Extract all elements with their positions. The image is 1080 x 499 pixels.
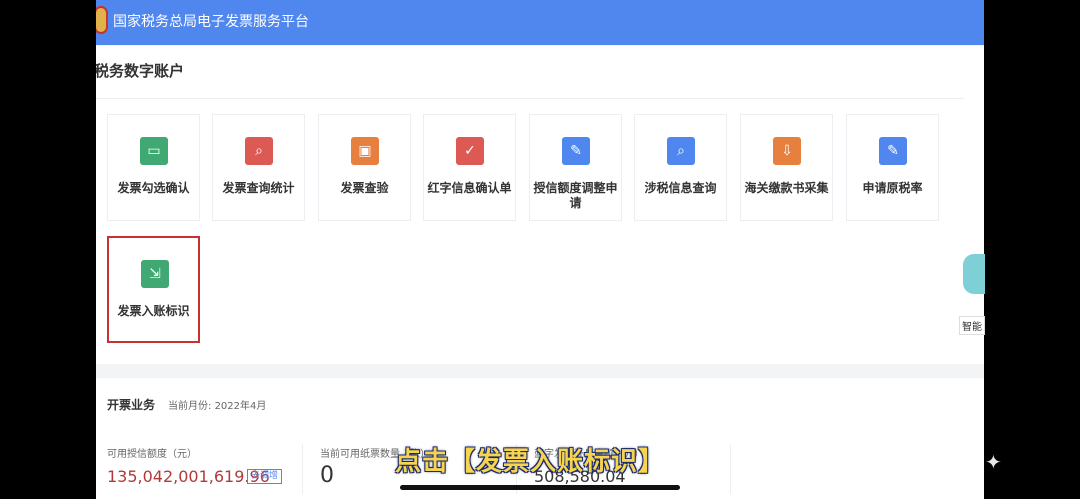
download-icon: ⇩ bbox=[773, 137, 801, 165]
ticket-icon: ▭ bbox=[140, 137, 168, 165]
assistant-label: 智能 bbox=[959, 316, 985, 335]
search-folder-icon: ⌕ bbox=[667, 137, 695, 165]
current-month: 当前月份: 2022年4月 bbox=[168, 401, 267, 412]
card-label: 授信额度调整申请 bbox=[533, 181, 618, 210]
card-1[interactable]: ▭ 发票勾选确认 bbox=[107, 114, 200, 221]
section-title: 税务数字账户 bbox=[96, 62, 185, 80]
card-6[interactable]: ⌕ 涉税信息查询 bbox=[634, 114, 727, 221]
assistant-avatar-icon bbox=[963, 254, 985, 294]
top-bar: 国家税务总局电子发票服务平台 bbox=[96, 0, 984, 45]
smart-assistant[interactable]: 智能 bbox=[957, 250, 985, 335]
card-2[interactable]: ⌕ 发票查询统计 bbox=[212, 114, 305, 221]
import-icon: ⇲ bbox=[141, 260, 169, 288]
clipboard-edit-icon: ✎ bbox=[879, 137, 907, 165]
search-document-icon: ⌕ bbox=[245, 137, 273, 165]
card-9[interactable]: ⇲ 发票入账标识 bbox=[107, 236, 200, 343]
credit-label: 可用授信额度（元） bbox=[107, 449, 197, 460]
tax-account-panel: 税务数字账户 ▭ 发票勾选确认 ⌕ 发票查询统计 ▣ 发票查验 ✓ 红字信息确认单 ✎ 授信额度调… bbox=[96, 46, 984, 364]
tax-emblem-icon bbox=[96, 6, 108, 34]
card-3[interactable]: ▣ 发票查验 bbox=[318, 114, 411, 221]
card-label: 发票查验 bbox=[340, 181, 389, 195]
card-label: 海关缴款书采集 bbox=[744, 181, 829, 195]
ticket-verify-icon: ▣ bbox=[351, 137, 379, 165]
edit-document-icon: ✎ bbox=[562, 137, 590, 165]
invoicing-business-panel: 开票业务 当前月份: 2022年4月 可用授信额度（元） 135,042,001… bbox=[96, 378, 984, 499]
card-label: 红字信息确认单 bbox=[427, 181, 512, 195]
card-label: 涉税信息查询 bbox=[644, 181, 717, 195]
card-7[interactable]: ⇩ 海关缴款书采集 bbox=[740, 114, 833, 221]
card-8[interactable]: ✎ 申请原税率 bbox=[846, 114, 939, 221]
credit-value: 135,042,001,619.96 bbox=[107, 467, 270, 486]
app-screen: 国家税务总局电子发票服务平台 税务数字账户 ▭ 发票勾选确认 ⌕ 发票查询统计 ▣ 发票查… bbox=[96, 0, 984, 499]
business-title: 开票业务 bbox=[107, 398, 156, 412]
card-label: 发票勾选确认 bbox=[117, 181, 190, 195]
card-label: 发票查询统计 bbox=[222, 181, 295, 195]
increase-credit-button[interactable]: 去调增 bbox=[247, 469, 283, 484]
divider bbox=[96, 98, 964, 99]
card-label: 发票入账标识 bbox=[117, 304, 190, 318]
card-label: 申请原税率 bbox=[862, 181, 923, 195]
video-caption: 点击【发票入账标识】 bbox=[395, 447, 666, 477]
divider bbox=[302, 444, 303, 494]
home-indicator[interactable] bbox=[400, 485, 680, 490]
paper-invoice-count: 0 bbox=[320, 463, 334, 488]
watermark-icon: ✦ bbox=[985, 450, 1002, 474]
platform-title: 国家税务总局电子发票服务平台 bbox=[113, 14, 309, 30]
document-check-icon: ✓ bbox=[456, 137, 484, 165]
card-4[interactable]: ✓ 红字信息确认单 bbox=[423, 114, 516, 221]
divider bbox=[730, 444, 731, 494]
card-5[interactable]: ✎ 授信额度调整申请 bbox=[529, 114, 622, 221]
